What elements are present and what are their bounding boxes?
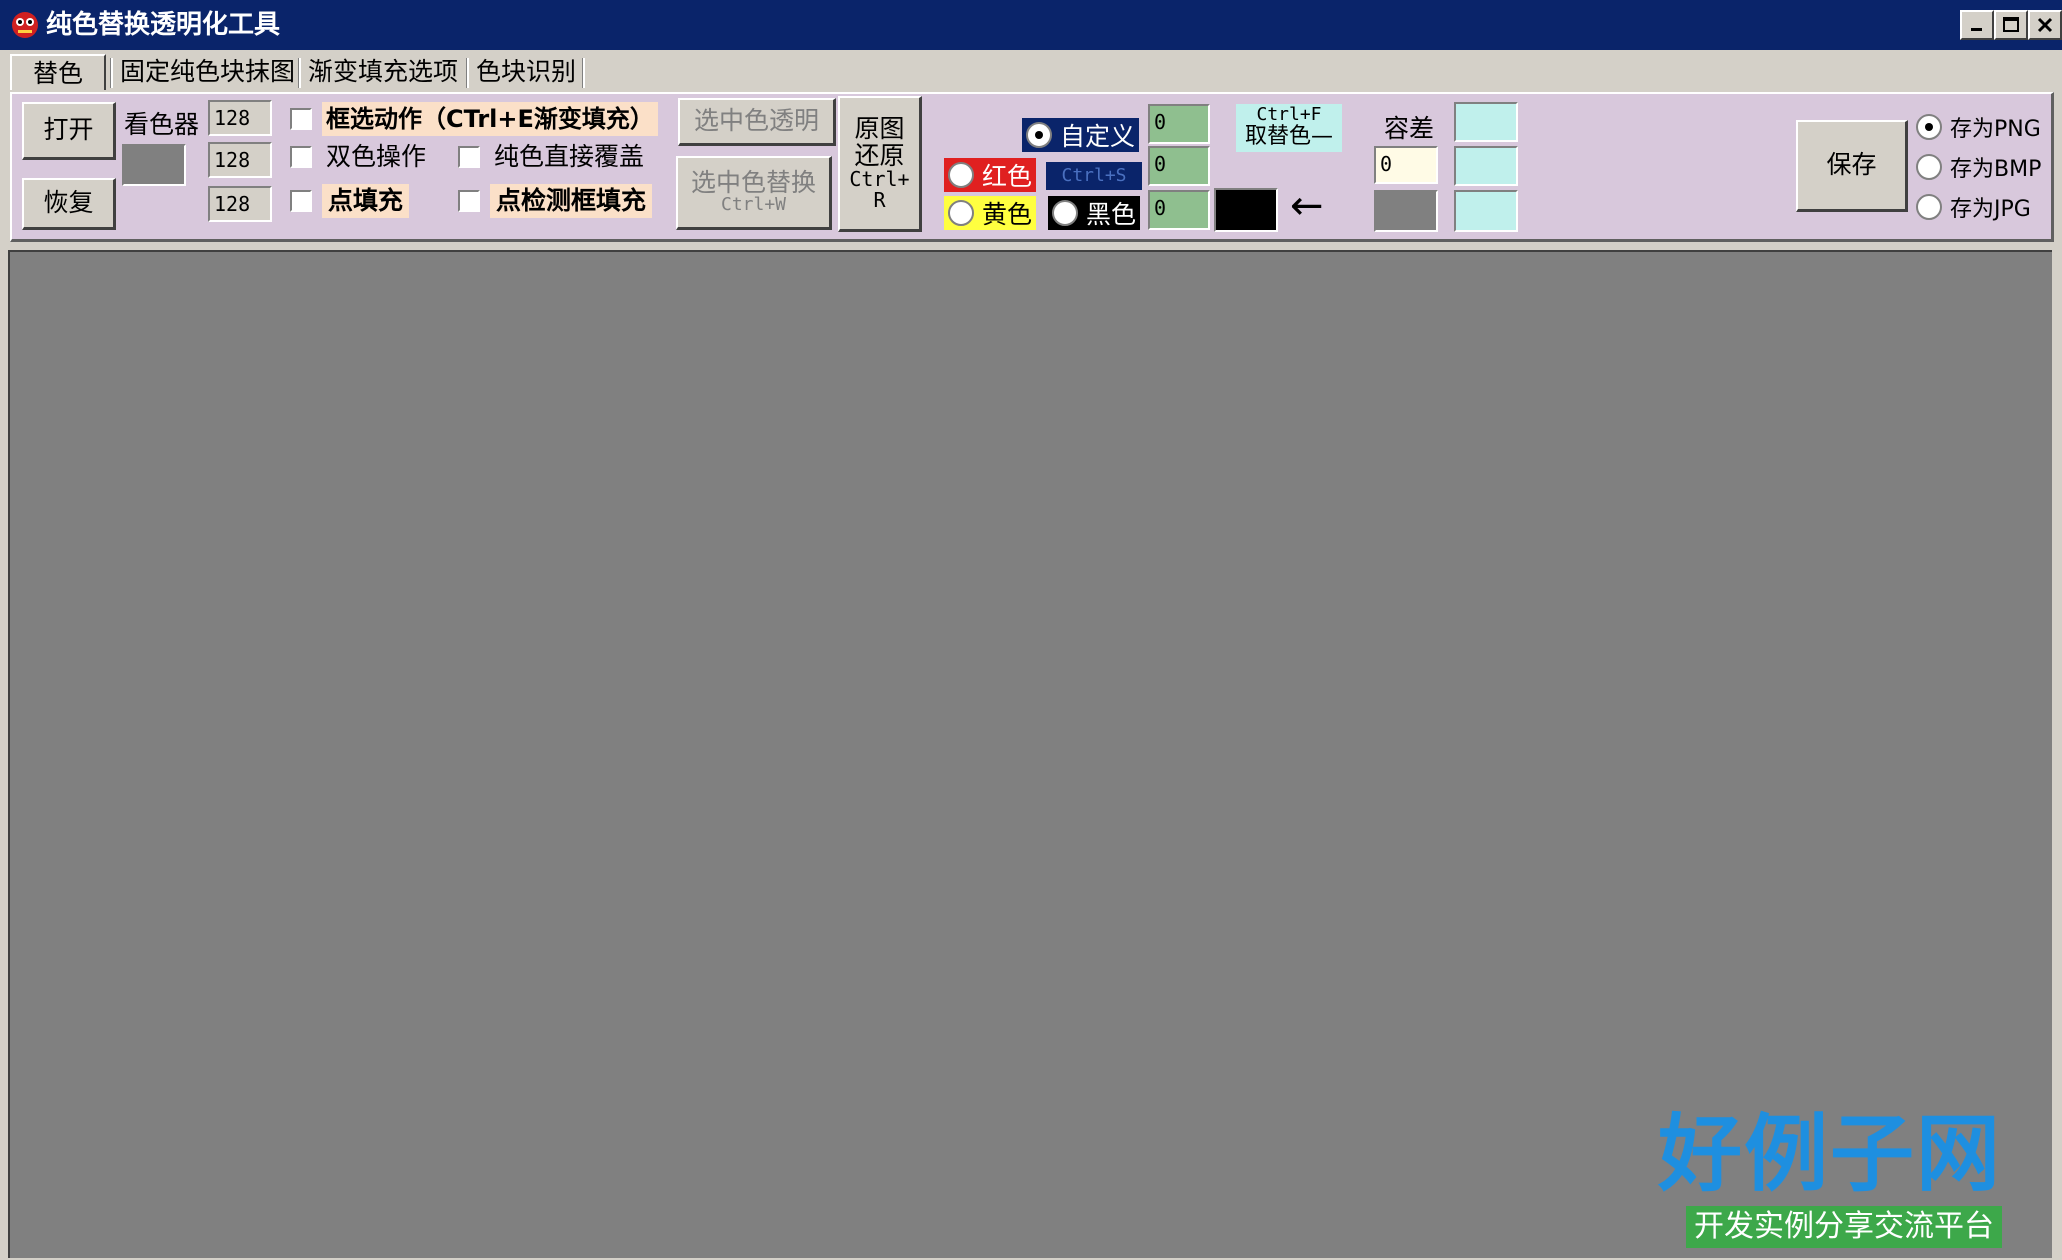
dual-color-checkbox[interactable] bbox=[290, 146, 312, 168]
dual-color-label: 双色操作 bbox=[326, 142, 427, 171]
window-title: 纯色替换透明化工具 bbox=[46, 10, 281, 40]
restore-original-button[interactable]: 原图还原 Ctrl+R bbox=[838, 96, 922, 232]
minimize-button[interactable] bbox=[1960, 10, 1994, 40]
yellow-color-radio[interactable]: 黄色 bbox=[944, 196, 1037, 230]
save-jpg-radio[interactable]: 存为JPG bbox=[1912, 190, 2035, 224]
tab-separator bbox=[110, 58, 113, 88]
png-radio-circle bbox=[1916, 114, 1942, 140]
yellow-radio-circle bbox=[948, 200, 974, 226]
custom-radio-circle bbox=[1026, 122, 1052, 148]
select-replace-shortcut: Ctrl+W bbox=[720, 194, 787, 216]
watermark-logo: 好例子网 bbox=[1657, 1104, 2002, 1203]
box-action-checkbox[interactable] bbox=[290, 108, 312, 130]
tab-separator bbox=[466, 58, 469, 88]
tab-gradient-fill[interactable]: 渐变填充选项 bbox=[302, 54, 464, 90]
point-fill-label: 点填充 bbox=[322, 184, 410, 218]
green-value-field[interactable]: 128 bbox=[208, 142, 272, 178]
picker-label: 看色器 bbox=[124, 110, 200, 139]
save-bmp-radio[interactable]: 存为BMP bbox=[1912, 150, 2045, 184]
ctrl-f-shortcut: Ctrl+F bbox=[1256, 104, 1322, 125]
ctrl-s-label: Ctrl+S bbox=[1046, 162, 1142, 190]
bmp-radio-label: 存为BMP bbox=[1950, 157, 2042, 182]
watermark-subtitle: 开发实例分享交流平台 bbox=[1686, 1206, 2002, 1248]
maximize-icon bbox=[2003, 17, 2019, 32]
maximize-button[interactable] bbox=[1994, 10, 2028, 40]
tab-block-detect[interactable]: 色块识别 bbox=[470, 54, 580, 90]
restore-button[interactable]: 恢复 bbox=[22, 178, 116, 230]
point-detect-checkbox[interactable] bbox=[458, 190, 480, 212]
black-radio-circle bbox=[1052, 200, 1078, 226]
close-icon bbox=[2037, 17, 2053, 33]
blue-value-field[interactable]: 128 bbox=[208, 186, 272, 222]
jpg-radio-label: 存为JPG bbox=[1950, 197, 2031, 222]
app-icon bbox=[12, 12, 38, 38]
custom-color-radio[interactable]: 自定义 bbox=[1022, 118, 1140, 152]
cyan-field-2[interactable] bbox=[1454, 146, 1518, 186]
red-radio-circle bbox=[948, 162, 974, 188]
restore-original-shortcut: Ctrl+R bbox=[849, 166, 910, 212]
tolerance-field[interactable]: 0 bbox=[1374, 146, 1438, 184]
open-button[interactable]: 打开 bbox=[22, 102, 116, 160]
tab-separator bbox=[298, 58, 301, 88]
black-radio-label: 黑色 bbox=[1086, 200, 1137, 229]
title-bar[interactable]: 纯色替换透明化工具 bbox=[0, 0, 2062, 50]
save-button[interactable]: 保存 bbox=[1796, 120, 1908, 212]
select-replace-button[interactable]: 选中色替换 Ctrl+W bbox=[676, 156, 832, 230]
point-detect-label: 点检测框填充 bbox=[490, 184, 653, 218]
tolerance-swatch bbox=[1374, 190, 1438, 232]
ctrl-f-pick-label: Ctrl+F 取替色— bbox=[1236, 104, 1342, 152]
cyan-field-1[interactable] bbox=[1454, 102, 1518, 142]
point-fill-checkbox[interactable] bbox=[290, 190, 312, 212]
color-value-field-2[interactable]: 0 bbox=[1148, 146, 1210, 186]
select-transparent-button[interactable]: 选中色透明 bbox=[678, 98, 836, 146]
pure-cover-checkbox[interactable] bbox=[458, 146, 480, 168]
yellow-radio-label: 黄色 bbox=[982, 200, 1033, 229]
black-color-radio[interactable]: 黑色 bbox=[1048, 196, 1141, 230]
png-radio-label: 存为PNG bbox=[1950, 117, 2041, 142]
minimize-icon bbox=[1971, 28, 1982, 31]
cyan-field-3[interactable] bbox=[1454, 190, 1518, 232]
tolerance-label: 容差 bbox=[1384, 114, 1435, 143]
color-value-field-3[interactable]: 0 bbox=[1148, 190, 1210, 230]
red-radio-label: 红色 bbox=[982, 162, 1033, 191]
tab-separator bbox=[582, 58, 585, 88]
color-value-field-1[interactable]: 0 bbox=[1148, 104, 1210, 144]
red-value-field[interactable]: 128 bbox=[208, 100, 272, 136]
picker-swatch[interactable] bbox=[122, 144, 186, 186]
pure-cover-label: 纯色直接覆盖 bbox=[494, 142, 645, 171]
jpg-radio-circle bbox=[1916, 194, 1942, 220]
select-replace-label: 选中色替换 bbox=[690, 167, 816, 197]
red-color-radio[interactable]: 红色 bbox=[944, 158, 1037, 192]
tab-fixed-block-erase[interactable]: 固定纯色块抹图 bbox=[114, 54, 295, 90]
ctrl-f-text: 取替色— bbox=[1244, 124, 1333, 149]
bmp-radio-circle bbox=[1916, 154, 1942, 180]
tab-replace-color[interactable]: 替色 bbox=[10, 54, 106, 90]
close-button[interactable] bbox=[2028, 10, 2062, 40]
target-color-swatch[interactable] bbox=[1214, 188, 1278, 232]
arrow-left-icon: ← bbox=[1290, 183, 1324, 229]
custom-radio-label: 自定义 bbox=[1060, 122, 1136, 151]
save-png-radio[interactable]: 存为PNG bbox=[1912, 110, 2045, 144]
box-action-label: 框选动作（CTrl+E渐变填充） bbox=[322, 102, 658, 136]
restore-original-label: 原图还原 bbox=[854, 114, 905, 170]
